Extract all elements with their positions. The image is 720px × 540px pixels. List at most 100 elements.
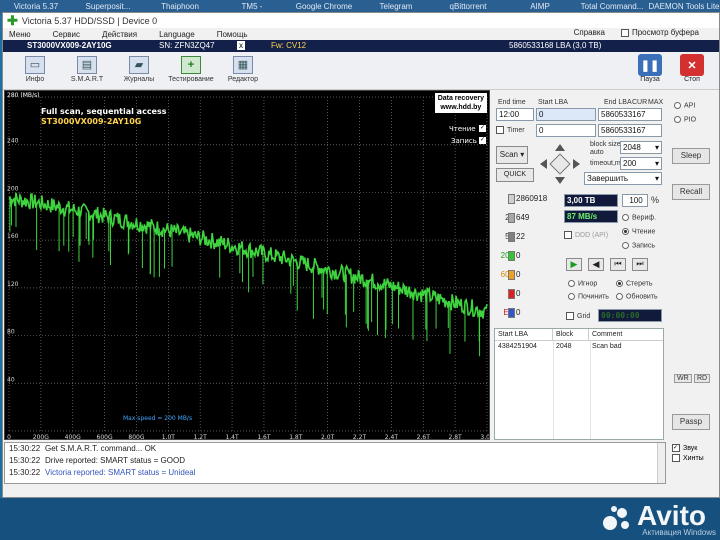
graph-model: ST3000VX009-2AY10G (41, 117, 142, 126)
table-divider (590, 341, 591, 439)
block-size-select[interactable]: 2048 ▾ (620, 141, 662, 154)
sound-toggle[interactable]: ✓ Звук (672, 444, 716, 452)
read-radio[interactable] (622, 228, 629, 235)
refresh-option[interactable]: Обновить (616, 293, 658, 300)
pio-option[interactable]: PIO (674, 116, 696, 123)
verify-radio[interactable] (622, 214, 629, 221)
hints-checkbox[interactable] (672, 454, 680, 462)
buffer-view-toggle[interactable]: Просмотр буфера (620, 28, 699, 37)
read-option[interactable]: Чтение (622, 228, 655, 235)
log-scrollbar[interactable] (657, 443, 665, 483)
scan-button[interactable]: Scan ▾ (496, 146, 528, 164)
buffer-view-checkbox[interactable] (620, 28, 629, 37)
log-time: 15:30:22 (9, 444, 41, 453)
data-recovery-text: Data recovery (437, 95, 484, 102)
menu-item-menu[interactable]: Меню (9, 30, 31, 39)
graph-write-label: Запись (451, 137, 477, 145)
sound-checkbox[interactable]: ✓ (672, 444, 680, 452)
erase-option[interactable]: Стереть (616, 280, 652, 287)
recall-button[interactable]: Recall (672, 184, 710, 200)
ignore-radio[interactable] (568, 280, 575, 287)
repair-radio[interactable] (568, 293, 575, 300)
ddd-option[interactable]: DDD (API) (564, 231, 608, 239)
editor-button[interactable]: ▦ Редактор (219, 53, 267, 89)
start-lba-input[interactable]: 0 (536, 108, 596, 121)
timeout-select[interactable]: 200 ▾ (620, 157, 662, 170)
grid-toggle[interactable]: Grid (566, 312, 590, 320)
timer-label: Timer (507, 126, 525, 134)
skip-end-icon[interactable]: ⏭ (632, 258, 648, 271)
refresh-radio[interactable] (616, 293, 623, 300)
pio-radio[interactable] (674, 116, 681, 123)
table-row[interactable]: 4384251904 2048 Scan bad (495, 341, 663, 353)
title-bar: ✚ Victoria 5.37 HDD/SSD | Device 0 (3, 13, 719, 28)
data-recovery-badge: Data recovery www.hdd.by (434, 93, 487, 113)
play-icon[interactable]: ▶ (566, 258, 582, 271)
block-size-label: block size (590, 141, 621, 148)
journals-button[interactable]: ▰ Журналы (115, 53, 163, 89)
direction-pad-icon[interactable] (538, 142, 582, 186)
ignore-option[interactable]: Игнор (568, 280, 597, 287)
menu-item-service[interactable]: Сервис (53, 30, 80, 39)
api-option[interactable]: API (674, 102, 695, 109)
drive-serial: SN: ZFN3ZQ47 (159, 41, 215, 50)
col-block: Block (553, 329, 589, 340)
data-recovery-site: www.hdd.by (440, 104, 482, 111)
speed-graph: 0 200G 400G 600G 800G 1,0T 1,2T 1,4T 1,6T 1,8T 2,0… (4, 90, 490, 440)
main-toolbar: ▭ Инфо ▤ S.M.A.R.T ▰ Журналы + Тестирование … (3, 52, 719, 90)
block-color-swatch (508, 251, 515, 261)
menu-item-actions[interactable]: Действия (102, 30, 137, 39)
timer-toggle[interactable]: Timer (496, 126, 525, 134)
repair-option[interactable]: Починить (568, 293, 609, 300)
block-color-swatch (508, 308, 515, 318)
end-time-input[interactable]: 12:00 (496, 108, 534, 121)
cur-label[interactable]: CUR (632, 99, 647, 106)
timeout-value: 200 (623, 159, 637, 168)
max-label[interactable]: MAX (648, 99, 663, 106)
smart-button[interactable]: ▤ S.M.A.R.T (63, 53, 111, 89)
action-select[interactable]: Завершить ▾ (584, 172, 662, 185)
grid-label: Grid (577, 312, 591, 320)
auto-label[interactable]: auto (590, 149, 604, 156)
testing-button[interactable]: + Тестирование (167, 53, 215, 89)
erase-radio[interactable] (616, 280, 623, 287)
passp-button[interactable]: Passp (672, 414, 710, 430)
timer-checkbox[interactable] (496, 126, 504, 134)
timer-input[interactable]: 0 (536, 124, 596, 137)
write-option[interactable]: Запись (622, 242, 655, 249)
end-lba-max-input[interactable]: 5860533167 (598, 124, 662, 137)
pause-button[interactable]: ❚❚ Пауза (635, 54, 665, 88)
info-button[interactable]: ▭ Инфо (11, 53, 59, 89)
hints-toggle[interactable]: Хинты (672, 454, 716, 462)
error-table: Start LBA Block Comment 4384251904 2048 … (494, 328, 664, 440)
drive-model[interactable]: ST3000VX009-2AY10G (27, 41, 112, 50)
menu-item-help[interactable]: Помощь (217, 30, 248, 39)
end-lba-input[interactable]: 5860533167 (598, 108, 662, 121)
y-tick-label: 120 (7, 281, 19, 288)
infobar-close[interactable]: x (237, 41, 245, 50)
back-icon[interactable]: ◀ (588, 258, 604, 271)
verify-option[interactable]: Вериф. (622, 214, 656, 221)
grid-checkbox[interactable] (566, 312, 574, 320)
menu-item-language[interactable]: Language (159, 30, 195, 39)
log-row: 15:30:22 Victoria reported: SMART status … (5, 467, 665, 479)
info-icon: ▭ (25, 56, 45, 74)
help-link[interactable]: Справка (574, 28, 605, 37)
log-panel: 15:30:22 Get S.M.A.R.T. command... OK 15:… (4, 442, 666, 484)
skip-back-icon[interactable]: ⏮ (610, 258, 626, 271)
ddd-checkbox[interactable] (564, 231, 572, 239)
ignore-label: Игнор (578, 280, 598, 288)
x-tick-label: 0 (7, 434, 11, 440)
rd-button[interactable]: RD (694, 374, 711, 383)
write-radio[interactable] (622, 242, 629, 249)
capacity-display: 3,00 TB (564, 194, 618, 207)
stop-button[interactable]: ✕ Стоп (677, 54, 707, 88)
quick-button[interactable]: QUICK (496, 168, 534, 182)
y-tick-label: 160 (7, 233, 19, 240)
x-tick-label: 2,4T (385, 434, 399, 440)
graph-write-checkbox[interactable]: ✓ (479, 137, 486, 144)
graph-read-checkbox[interactable]: ✓ (479, 125, 486, 132)
sleep-button[interactable]: Sleep (672, 148, 710, 164)
wr-button[interactable]: WR (674, 374, 692, 383)
api-radio[interactable] (674, 102, 681, 109)
